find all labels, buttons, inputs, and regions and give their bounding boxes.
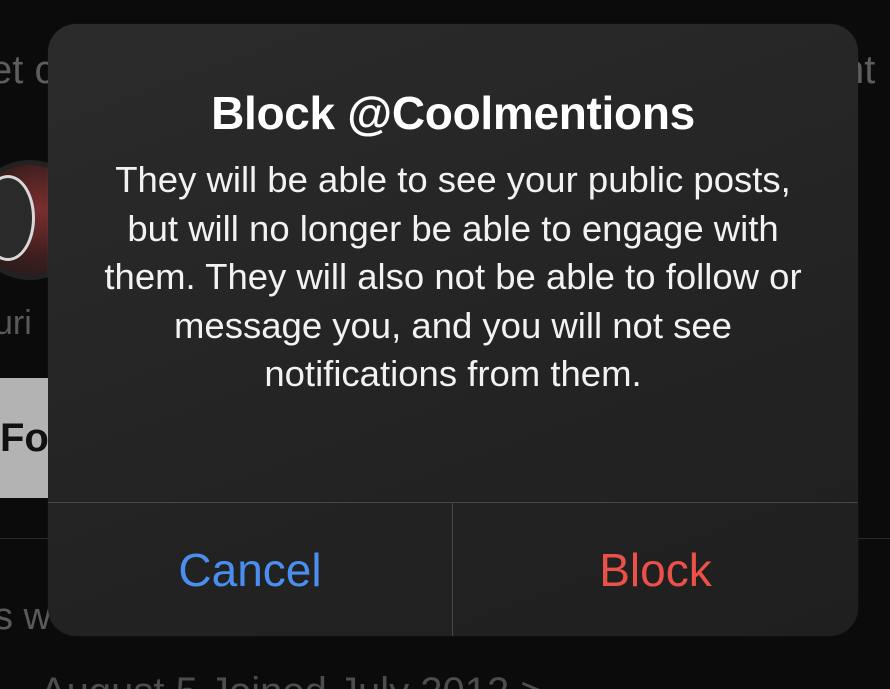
- alert-message: They will be able to see your public pos…: [104, 159, 802, 394]
- screen: et c nt uri Fol s w August 5 Joined July…: [0, 0, 890, 689]
- cancel-button[interactable]: Cancel: [48, 503, 452, 636]
- background-text-fragment: et c: [0, 48, 55, 92]
- block-alert-dialog: Block @Coolmentions They will be able to…: [48, 24, 858, 636]
- profile-name-fragment: uri: [0, 304, 32, 342]
- background-tab-fragment: s w: [0, 596, 51, 638]
- profile-meta-fragment: August 5 Joined July 2012 >: [40, 670, 544, 689]
- alert-title: Block @Coolmentions: [211, 87, 695, 139]
- avatar-image: [0, 175, 35, 261]
- block-button[interactable]: Block: [453, 503, 858, 636]
